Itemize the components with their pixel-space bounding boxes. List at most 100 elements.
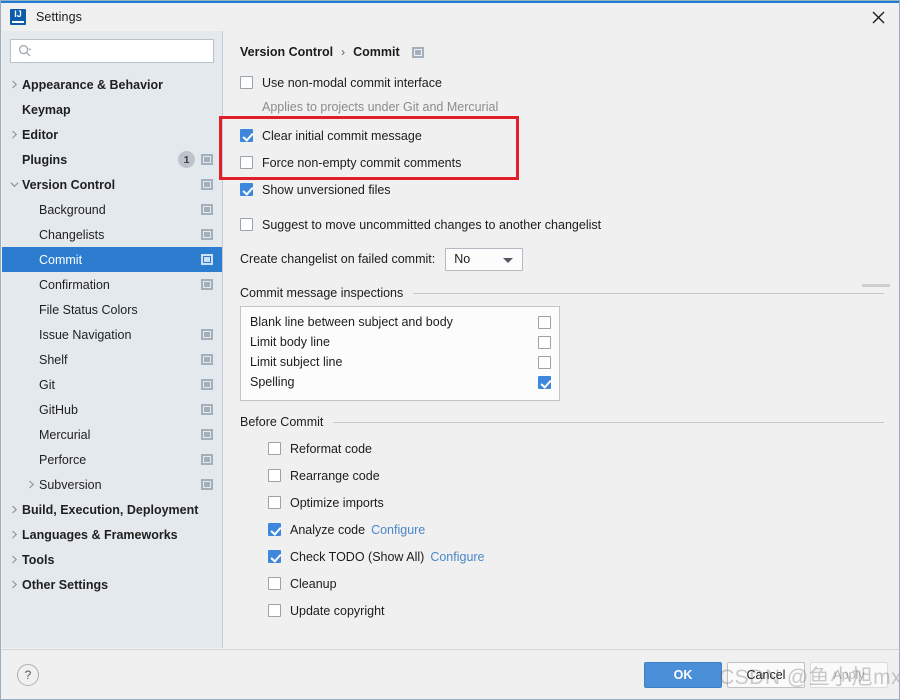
inspection-row-blank-line-between-subject-and-body[interactable]: Blank line between subject and body [241,312,559,332]
close-icon[interactable] [855,3,900,31]
ok-button[interactable]: OK [644,662,722,688]
option-label: Cleanup [290,577,337,591]
status-badge: 1 [178,151,195,168]
before-commit-option-rearrange-code[interactable]: Rearrange code [268,462,884,489]
inspection-label: Limit subject line [250,355,538,369]
option-label: Update copyright [290,604,385,618]
inspection-row-spelling[interactable]: Spelling [241,372,559,392]
scrollbar-thumb[interactable] [862,284,890,287]
sidebar-item-github[interactable]: GitHub [2,397,222,422]
inspection-row-limit-body-line[interactable]: Limit body line [241,332,559,352]
sidebar-item-git[interactable]: Git [2,372,222,397]
section-title: Before Commit [240,415,323,429]
configure-link[interactable]: Configure [430,550,484,564]
option-show-unversioned-files[interactable]: Show unversioned files [240,176,884,203]
project-scope-icon [201,454,213,465]
search-input[interactable] [34,44,204,58]
option-force-non-empty-commit-comments[interactable]: Force non-empty commit comments [240,149,884,176]
project-scope-icon [201,404,213,415]
sidebar-item-shelf[interactable]: Shelf [2,347,222,372]
breadcrumb-current: Commit [353,45,400,59]
sidebar-item-background[interactable]: Background [2,197,222,222]
inspection-row-limit-subject-line[interactable]: Limit subject line [241,352,559,372]
sidebar-item-perforce[interactable]: Perforce [2,447,222,472]
before-commit-option-optimize-imports[interactable]: Optimize imports [268,489,884,516]
checkbox[interactable] [240,156,253,169]
option-suggest-move-uncommitted-changes[interactable]: Suggest to move uncommitted changes to a… [240,211,884,238]
project-scope-icon [201,204,213,215]
sidebar-item-other-settings[interactable]: Other Settings [2,572,222,597]
checkbox[interactable] [268,469,281,482]
chevron-right-icon[interactable] [7,547,22,572]
chevron-right-icon[interactable] [7,72,22,97]
chevron-down-icon[interactable] [7,172,22,197]
project-scope-icon [201,429,213,440]
create-changelist-label: Create changelist on failed commit: [240,252,435,266]
settings-sidebar: Appearance & BehaviorKeymapEditorPlugins… [2,31,223,648]
sidebar-item-issue-navigation[interactable]: Issue Navigation [2,322,222,347]
help-button[interactable]: ? [17,664,39,686]
checkbox[interactable] [240,183,253,196]
checkbox[interactable] [268,442,281,455]
checkbox[interactable] [268,604,281,617]
checkbox[interactable] [268,577,281,590]
before-commit-option-update-copyright[interactable]: Update copyright [268,597,884,624]
before-commit-option-reformat-code[interactable]: Reformat code [268,435,884,462]
commit-message-inspections-section: Commit message inspections [240,286,884,300]
checkbox[interactable] [268,496,281,509]
option-label: Optimize imports [290,496,384,510]
tree-indent-spacer [24,222,39,247]
checkbox[interactable] [240,129,253,142]
checkbox[interactable] [268,523,281,536]
sidebar-item-file-status-colors[interactable]: File Status Colors [2,297,222,322]
sidebar-item-subversion[interactable]: Subversion [2,472,222,497]
chevron-right-icon[interactable] [7,522,22,547]
before-commit-list: Reformat codeRearrange code Optimize impo… [240,435,884,624]
sidebar-item-languages-frameworks[interactable]: Languages & Frameworks [2,522,222,547]
inspection-checkbox[interactable] [538,376,551,389]
checkbox[interactable] [240,76,253,89]
sidebar-item-editor[interactable]: Editor [2,122,222,147]
chevron-right-icon[interactable] [24,472,39,497]
cancel-button[interactable]: Cancel [727,662,805,688]
sidebar-item-tools[interactable]: Tools [2,547,222,572]
chevron-right-icon[interactable] [7,122,22,147]
create-changelist-dropdown[interactable]: No [445,248,523,271]
before-commit-option-analyze-code[interactable]: Analyze codeConfigure [268,516,884,543]
option-use-non-modal-commit-interface[interactable]: Use non-modal commit interface [240,69,884,96]
sidebar-item-label: Other Settings [22,578,108,592]
option-clear-initial-commit-message[interactable]: Clear initial commit message [240,122,884,149]
section-divider [333,422,884,423]
project-scope-icon [201,354,213,365]
sidebar-item-build-execution-deployment[interactable]: Build, Execution, Deployment [2,497,222,522]
intellij-idea-icon [10,9,26,25]
before-commit-option-cleanup[interactable]: Cleanup [268,570,884,597]
checkbox[interactable] [268,550,281,563]
sidebar-item-plugins[interactable]: Plugins1 [2,147,222,172]
inspection-checkbox[interactable] [538,336,551,349]
breadcrumb-parent[interactable]: Version Control [240,45,333,59]
sidebar-item-label: GitHub [39,403,78,417]
sidebar-item-changelists[interactable]: Changelists [2,222,222,247]
configure-link[interactable]: Configure [371,523,425,537]
option-label: Suggest to move uncommitted changes to a… [262,218,601,232]
sidebar-item-confirmation[interactable]: Confirmation [2,272,222,297]
chevron-right-icon[interactable] [7,572,22,597]
sidebar-item-mercurial[interactable]: Mercurial [2,422,222,447]
sidebar-item-version-control[interactable]: Version Control [2,172,222,197]
sidebar-item-appearance-behavior[interactable]: Appearance & Behavior [2,72,222,97]
dialog-footer: ? OK Cancel Apply [2,649,899,699]
project-scope-icon [201,329,213,340]
search-box[interactable] [10,39,214,63]
chevron-right-icon[interactable] [7,497,22,522]
sidebar-item-label: Subversion [39,478,102,492]
checkbox[interactable] [240,218,253,231]
inspection-checkbox[interactable] [538,316,551,329]
sidebar-item-keymap[interactable]: Keymap [2,97,222,122]
settings-dialog: Settings Appearance & BehaviorKe [0,0,900,700]
sidebar-item-label: Version Control [22,178,115,192]
apply-button[interactable]: Apply [810,662,888,688]
before-commit-option-check-todo[interactable]: Check TODO (Show All)Configure [268,543,884,570]
inspection-checkbox[interactable] [538,356,551,369]
sidebar-item-commit[interactable]: Commit [2,247,222,272]
